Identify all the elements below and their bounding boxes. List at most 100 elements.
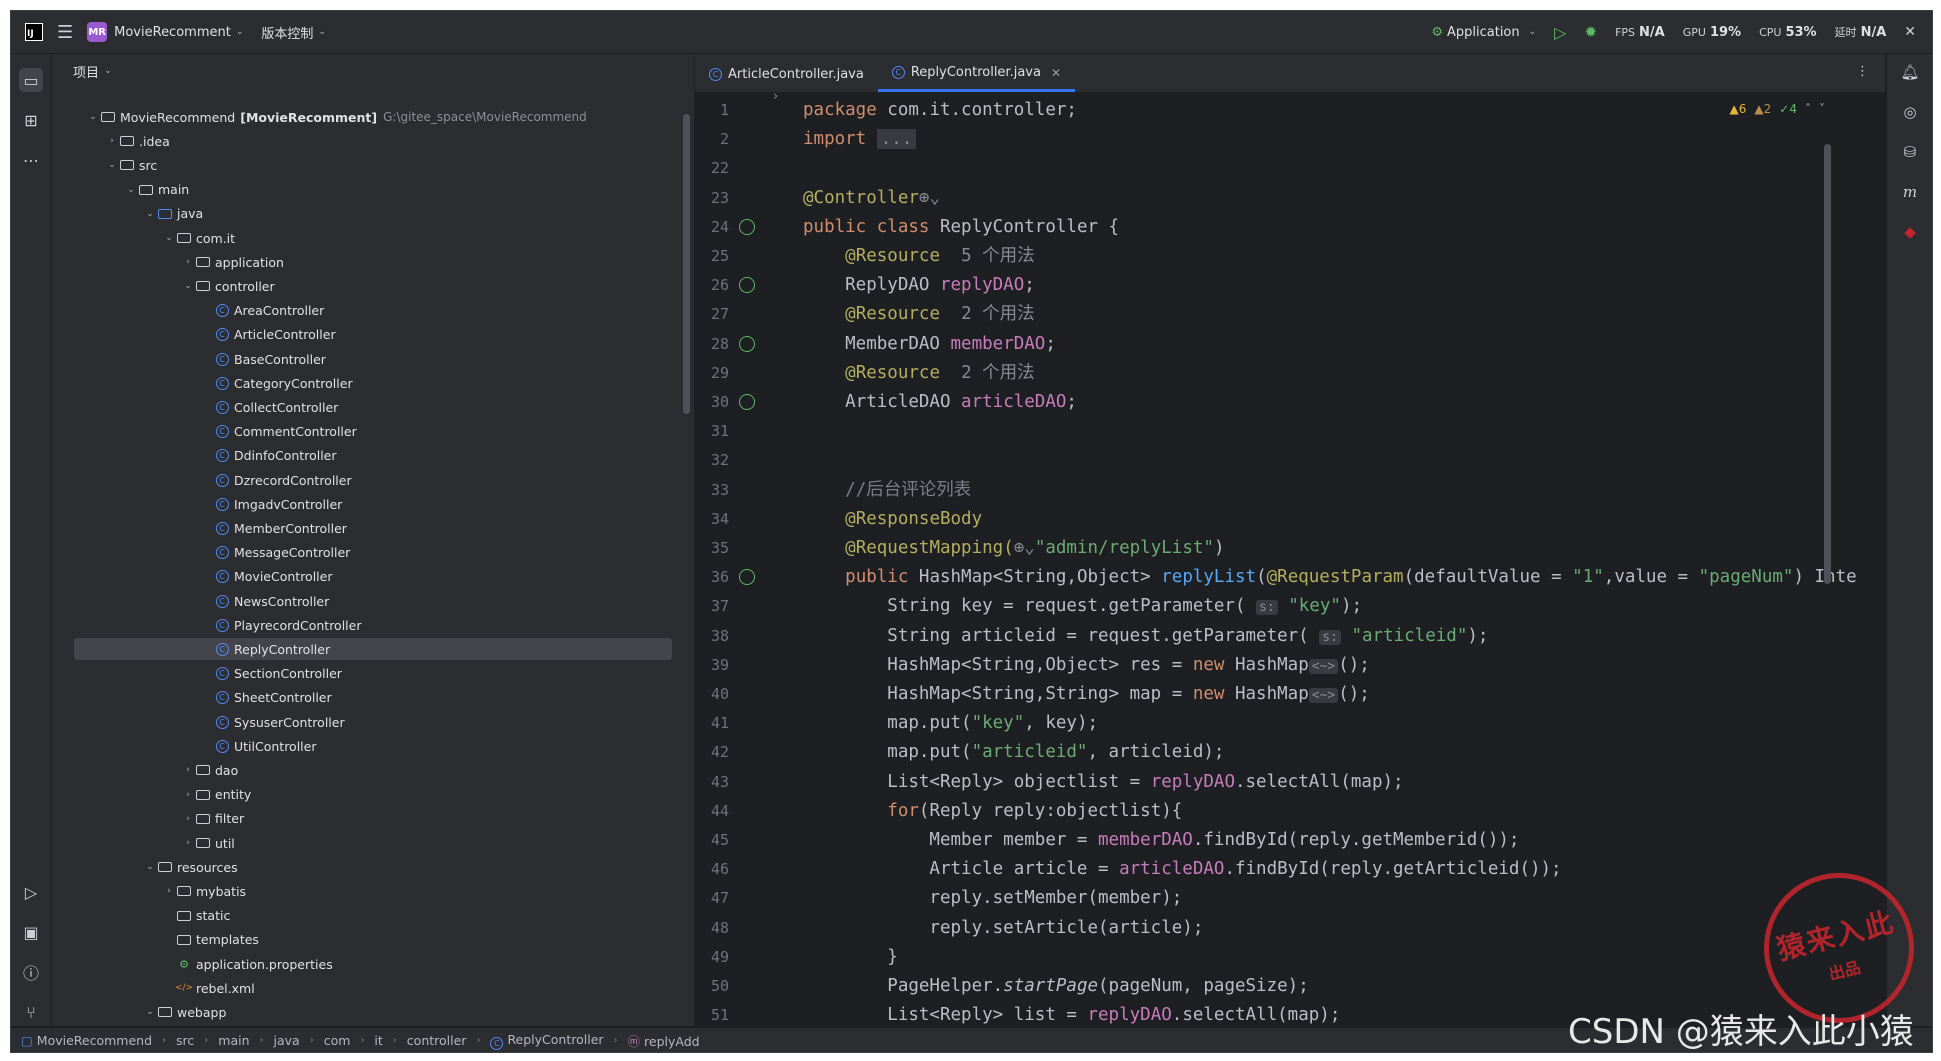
chevron-right-icon[interactable]: › bbox=[181, 765, 195, 775]
tree-item-folder[interactable]: ⌄ webapp bbox=[52, 1001, 672, 1023]
chevron-down-icon[interactable]: ⌄ bbox=[143, 862, 157, 872]
code-line[interactable]: import ... bbox=[803, 125, 917, 154]
web-endpoint-icon[interactable] bbox=[739, 569, 755, 586]
terminal-icon[interactable]: ▣ bbox=[19, 920, 43, 944]
code-line[interactable]: @ResponseBody bbox=[803, 505, 982, 534]
breadcrumb-item[interactable]: java bbox=[274, 1033, 300, 1048]
close-window-icon[interactable]: ✕ bbox=[1904, 24, 1916, 40]
code-line[interactable]: reply.setMember(member); bbox=[803, 884, 1182, 913]
main-menu-button[interactable]: ☰ bbox=[57, 22, 73, 43]
editor-scrollbar[interactable] bbox=[1824, 144, 1831, 584]
notifications-icon[interactable]: 🔔︎ bbox=[1900, 62, 1920, 82]
chevron-down-icon[interactable]: ⌄ bbox=[86, 112, 100, 122]
code-line[interactable]: @Resource 2 个用法 bbox=[803, 300, 1034, 329]
tree-item-package[interactable]: › application bbox=[52, 251, 672, 273]
tree-item-class[interactable]: C ImgadvController bbox=[52, 493, 672, 515]
tree-item-class[interactable]: C CommentController bbox=[52, 421, 672, 443]
chevron-down-icon[interactable]: ⌄ bbox=[181, 281, 195, 291]
chevron-down-icon[interactable]: ⌄ bbox=[143, 209, 157, 219]
tree-item-folder[interactable]: ⌄ resources bbox=[52, 856, 672, 878]
code-line[interactable]: HashMap<String,Object> res = new HashMap… bbox=[803, 651, 1370, 680]
tree-item-xml[interactable]: </> rebel.xml bbox=[52, 977, 672, 999]
tree-item-class[interactable]: C SysuserController bbox=[52, 711, 672, 733]
code-line[interactable]: @Resource 2 个用法 bbox=[803, 359, 1034, 388]
tree-item-folder[interactable]: templates bbox=[52, 929, 672, 951]
tree-item-class[interactable]: C AreaController bbox=[52, 300, 672, 322]
code-line[interactable]: package com.it.controller; bbox=[803, 96, 1077, 125]
breadcrumb-item[interactable]: ⓜ replyAdd bbox=[628, 1031, 700, 1050]
plugin-bird-icon[interactable]: ◆ bbox=[1900, 222, 1920, 242]
debug-icon[interactable]: ✹ bbox=[1584, 23, 1597, 41]
chevron-right-icon[interactable]: › bbox=[162, 886, 176, 896]
chevron-down-icon[interactable]: ⌄ bbox=[162, 233, 176, 243]
chevron-down-icon[interactable]: ⌄ bbox=[124, 185, 138, 195]
code-line[interactable]: public HashMap<String,Object> replyList(… bbox=[803, 563, 1857, 592]
code-line[interactable]: @Controller⊕⌄ bbox=[803, 184, 940, 213]
breadcrumb-item[interactable]: C ReplyController bbox=[490, 1032, 604, 1050]
code-line[interactable]: List<Reply> objectlist = replyDAO.select… bbox=[803, 768, 1403, 797]
tabs-more-icon[interactable]: ⋮ bbox=[1856, 64, 1869, 79]
close-icon[interactable]: ✕ bbox=[1051, 66, 1061, 80]
app-logo[interactable]: IJ bbox=[25, 23, 43, 41]
tree-item-folder[interactable]: › mybatis bbox=[52, 880, 672, 902]
code-line[interactable]: reply.setArticle(article); bbox=[803, 914, 1203, 943]
tree-item-class[interactable]: C BaseController bbox=[52, 348, 672, 370]
git-icon[interactable]: ⑂ bbox=[19, 1000, 43, 1024]
run-config-selector[interactable]: ⚙ Application ⌄ bbox=[1431, 25, 1536, 40]
breadcrumb-item[interactable]: it bbox=[374, 1033, 382, 1048]
code-line[interactable]: public class ReplyController { bbox=[803, 213, 1119, 242]
tree-item-class[interactable]: C DzrecordController bbox=[52, 469, 672, 491]
spring-bean-icon[interactable] bbox=[739, 394, 755, 410]
fold-arrow-icon[interactable]: › bbox=[773, 89, 778, 104]
code-line[interactable]: MemberDAO memberDAO; bbox=[803, 330, 1056, 359]
tree-item-folder[interactable]: ⌄ main bbox=[52, 179, 672, 201]
vcs-menu[interactable]: 版本控制 ⌄ bbox=[261, 23, 326, 42]
tree-item-class[interactable]: C PlayrecordController bbox=[52, 614, 672, 636]
tree-item-package[interactable]: ⌄ com.it bbox=[52, 227, 672, 249]
breadcrumb-item[interactable]: com bbox=[324, 1033, 351, 1048]
tree-item-folder[interactable]: static bbox=[52, 905, 672, 927]
database-icon[interactable]: ⛁ bbox=[1900, 142, 1920, 162]
project-panel-header[interactable]: 项目 ⌄ bbox=[52, 54, 694, 88]
breadcrumb-item[interactable]: controller bbox=[407, 1033, 467, 1048]
code-line[interactable]: String articleid = request.getParameter(… bbox=[803, 622, 1488, 651]
tree-item-class[interactable]: C MemberController bbox=[52, 517, 672, 539]
breadcrumb-item[interactable]: src bbox=[176, 1033, 194, 1048]
tree-item-root[interactable]: ⌄ MovieRecommend [MovieRecomment] G:\gitee_… bbox=[52, 106, 672, 128]
code-line[interactable]: //后台评论列表 bbox=[803, 476, 971, 505]
chevron-right-icon[interactable]: › bbox=[105, 136, 119, 146]
code-line[interactable]: ReplyDAO replyDAO; bbox=[803, 271, 1035, 300]
run-icon[interactable]: ▷ bbox=[1554, 23, 1566, 42]
breadcrumb-item[interactable]: ▢ MovieRecommend bbox=[21, 1033, 152, 1048]
chevron-right-icon[interactable]: › bbox=[181, 257, 195, 267]
chevron-right-icon[interactable]: › bbox=[181, 814, 195, 824]
spring-bean-icon[interactable] bbox=[739, 335, 755, 352]
code-line[interactable]: List<Reply> list = replyDAO.selectAll(ma… bbox=[803, 1001, 1340, 1026]
tree-item-class[interactable]: C SectionController bbox=[52, 663, 672, 685]
ai-assistant-icon[interactable]: ◎ bbox=[1900, 102, 1920, 122]
spring-bean-icon[interactable] bbox=[739, 277, 755, 294]
tree-item-package[interactable]: ⌄ controller bbox=[52, 275, 672, 297]
code-line[interactable]: String key = request.getParameter( s: "k… bbox=[803, 592, 1362, 621]
chevron-down-icon[interactable]: ⌄ bbox=[105, 160, 119, 170]
chevron-down-icon[interactable]: ⌄ bbox=[143, 1007, 157, 1017]
tree-item-package[interactable]: › filter bbox=[52, 808, 672, 830]
code-line[interactable]: for(Reply reply:objectlist){ bbox=[803, 797, 1182, 826]
tree-item-class[interactable]: C ArticleController bbox=[52, 324, 672, 346]
chevron-down-icon[interactable]: ˅ bbox=[1819, 102, 1825, 116]
tree-item-class[interactable]: C MovieController bbox=[52, 566, 672, 588]
tree-item-package[interactable]: › entity bbox=[52, 784, 672, 806]
project-switcher[interactable]: MR MovieRecomment ⌄ bbox=[87, 22, 243, 42]
tree-item-class[interactable]: C NewsController bbox=[52, 590, 672, 612]
tree-item-package[interactable]: › dao bbox=[52, 759, 672, 781]
code-line[interactable]: map.put("key", key); bbox=[803, 709, 1098, 738]
tree-item-class[interactable]: C CategoryController bbox=[52, 372, 672, 394]
tree-item-class[interactable]: C ReplyController bbox=[74, 638, 672, 661]
tree-item-class[interactable]: C CollectController bbox=[52, 396, 672, 418]
code-line[interactable]: } bbox=[803, 943, 898, 972]
more-tools-icon[interactable]: ⋯ bbox=[19, 148, 43, 172]
problems-icon[interactable]: ⓘ bbox=[19, 960, 43, 984]
tree-item-folder[interactable]: › .idea bbox=[52, 130, 672, 152]
tree-item-package[interactable]: › util bbox=[52, 832, 672, 854]
breadcrumb-item[interactable]: main bbox=[218, 1033, 249, 1048]
